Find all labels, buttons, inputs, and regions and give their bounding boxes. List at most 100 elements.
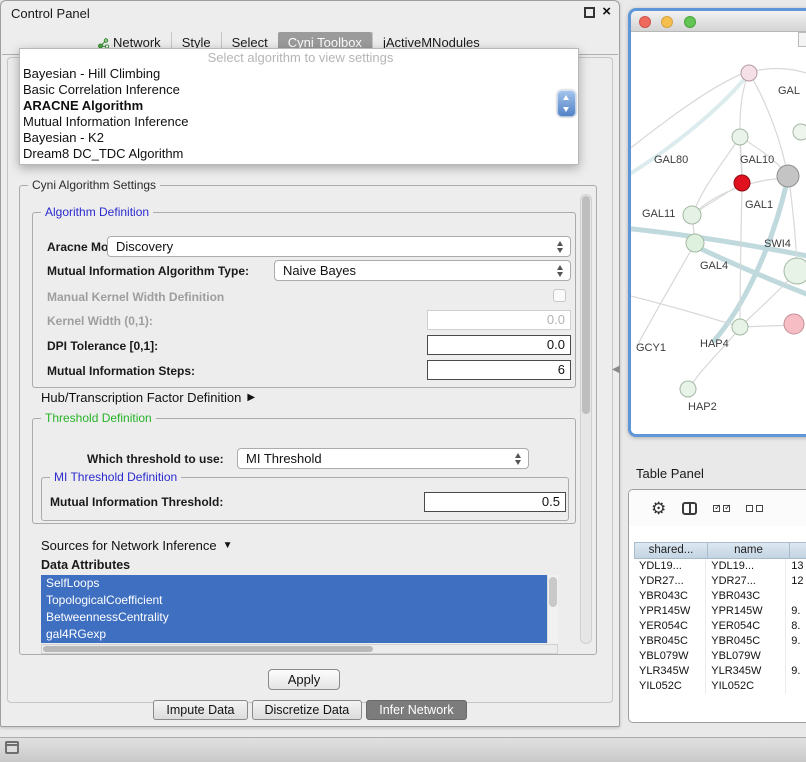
algorithm-menu-item[interactable]: Dream8 DC_TDC Algorithm — [20, 146, 578, 162]
network-edge — [631, 72, 747, 154]
attribute-item[interactable]: TopologicalCoefficient — [41, 592, 558, 609]
table-cell: YBL079W — [634, 649, 706, 664]
network-node[interactable] — [686, 234, 704, 252]
mi-steps-input[interactable]: 6 — [427, 360, 571, 380]
node-label: SWI4 — [764, 238, 791, 250]
table-cell: YLR345W — [706, 664, 786, 679]
table-row[interactable]: YLR345WYLR345W9. — [634, 664, 806, 679]
select-all-columns-icon[interactable] — [713, 505, 730, 512]
table-cell — [786, 679, 806, 694]
table-cell: YPR145W — [706, 604, 786, 619]
network-node[interactable] — [680, 381, 696, 397]
threshold-group-title: Threshold Definition — [41, 411, 156, 425]
manual-kernel-label: Manual Kernel Width Definition — [47, 290, 224, 304]
which-threshold-select[interactable]: MI Threshold — [237, 448, 529, 469]
table-row[interactable]: YDL19...YDL19...13 — [634, 559, 806, 574]
hub-section-toggle[interactable]: Hub/Transcription Factor Definition ▶ — [41, 390, 255, 405]
float-window-icon[interactable] — [584, 7, 595, 18]
gear-icon[interactable]: ⚙ — [651, 500, 666, 517]
network-node[interactable] — [741, 65, 757, 81]
mi-type-label: Mutual Information Algorithm Type: — [47, 264, 249, 278]
mi-type-select[interactable]: Naive Bayes — [274, 260, 571, 281]
settings-scrollbar[interactable] — [580, 194, 592, 644]
menu-placeholder: Select algorithm to view settings — [20, 50, 578, 66]
column-header[interactable] — [790, 542, 806, 559]
network-edge — [631, 294, 737, 326]
network-edge — [695, 184, 741, 213]
deselect-all-columns-icon[interactable] — [746, 505, 763, 512]
table-cell: YIL052C — [706, 679, 786, 694]
minimize-traffic-light-icon[interactable] — [661, 16, 673, 28]
control-panel-window: Control Panel × NetworkStyleSelectCyni T… — [0, 0, 620, 727]
node-label: HAP2 — [688, 401, 717, 413]
column-header[interactable]: name — [708, 542, 790, 559]
scrollbar-thumb[interactable] — [582, 196, 590, 414]
table-row[interactable]: YIL052CYIL052C — [634, 679, 806, 694]
window-title: Control Panel — [11, 6, 90, 21]
close-window-icon[interactable]: × — [602, 5, 611, 19]
data-attributes-list: SelfLoopsTopologicalCoefficientBetweenne… — [41, 575, 558, 643]
table-toolbar: ⚙ — [629, 490, 806, 526]
table-cell: YLR345W — [634, 664, 706, 679]
columns-icon[interactable] — [682, 502, 697, 515]
network-node[interactable] — [777, 165, 799, 187]
bottom-tab-infer-network[interactable]: Infer Network — [366, 700, 466, 720]
bottom-tab-discretize-data[interactable]: Discretize Data — [252, 700, 363, 720]
column-header[interactable]: shared... — [634, 542, 708, 559]
network-window-titlebar[interactable] — [631, 11, 806, 32]
table-cell — [786, 649, 806, 664]
apply-button[interactable]: Apply — [268, 669, 340, 690]
table-row[interactable]: YBL079WYBL079W — [634, 649, 806, 664]
attributes-hscrollbar[interactable] — [41, 644, 558, 654]
network-node[interactable] — [793, 124, 806, 140]
aracne-mode-value: Discovery — [116, 239, 173, 254]
mi-type-value: Naive Bayes — [283, 263, 356, 278]
attribute-item[interactable]: SelfLoops — [41, 575, 558, 592]
scrollbar-thumb[interactable] — [43, 646, 373, 652]
network-node[interactable] — [683, 206, 701, 224]
table-header: shared...name — [634, 542, 806, 559]
network-node[interactable] — [784, 258, 806, 284]
table-cell — [786, 589, 806, 604]
mi-threshold-group-title: MI Threshold Definition — [50, 470, 181, 484]
sources-section-toggle[interactable]: Sources for Network Inference ▼ — [41, 538, 232, 553]
algorithm-menu-item[interactable]: Mutual Information Inference — [20, 114, 578, 130]
network-node[interactable] — [734, 175, 750, 191]
network-node[interactable] — [784, 314, 804, 334]
mi-threshold-input[interactable]: 0.5 — [424, 492, 566, 512]
zoom-traffic-light-icon[interactable] — [684, 16, 696, 28]
attributes-vscrollbar[interactable] — [547, 575, 558, 643]
scrollbar-thumb[interactable] — [549, 577, 557, 607]
combo-stepper-fragment[interactable] — [557, 90, 576, 117]
network-canvas[interactable]: GALGAL80GAL10GAL11GAL1SWI4GAL4GCY1HAP4HA… — [631, 32, 806, 434]
close-traffic-light-icon[interactable] — [639, 16, 651, 28]
minimized-panel-icon[interactable] — [5, 741, 19, 754]
algorithm-menu-item[interactable]: Bayesian - Hill Climbing — [20, 66, 578, 82]
table-row[interactable]: YER054CYER054C8. — [634, 619, 806, 634]
bottom-tab-impute-data[interactable]: Impute Data — [153, 700, 247, 720]
network-node[interactable] — [732, 319, 748, 335]
table-cell: YBR045C — [634, 634, 706, 649]
table-cell: YDL19... — [706, 559, 786, 574]
table-cell: YDR27... — [634, 574, 706, 589]
aracne-mode-select[interactable]: Discovery — [107, 236, 571, 257]
kernel-width-label: Kernel Width (0,1): — [47, 314, 153, 328]
table-row[interactable]: YPR145WYPR145W9. — [634, 604, 806, 619]
mi-threshold-label: Mutual Information Threshold: — [50, 495, 223, 509]
attribute-item[interactable]: BetweennessCentrality — [41, 609, 558, 626]
algorithm-menu-item[interactable]: ARACNE Algorithm — [20, 98, 578, 114]
table-panel-window: ⚙ shared...name YDL19...YDL19...13YDR27.… — [628, 489, 806, 723]
algorithm-menu-item[interactable]: Bayesian - K2 — [20, 130, 578, 146]
table-row[interactable]: YDR27...YDR27...12 — [634, 574, 806, 589]
panel-collapse-arrow[interactable]: ◀ — [612, 364, 620, 375]
algorithm-menu-item[interactable]: Basic Correlation Inference — [20, 82, 578, 98]
table-row[interactable]: YBR043CYBR043C — [634, 589, 806, 604]
table-cell: YER054C — [634, 619, 706, 634]
stepper-icon — [556, 264, 565, 278]
table-row[interactable]: YBR045CYBR045C9. — [634, 634, 806, 649]
attribute-item[interactable]: gal4RGexp — [41, 626, 558, 643]
network-node[interactable] — [732, 129, 748, 145]
dpi-tolerance-input[interactable]: 0.0 — [427, 335, 571, 355]
table-cell: 13 — [786, 559, 806, 574]
node-label: GAL10 — [740, 154, 774, 166]
